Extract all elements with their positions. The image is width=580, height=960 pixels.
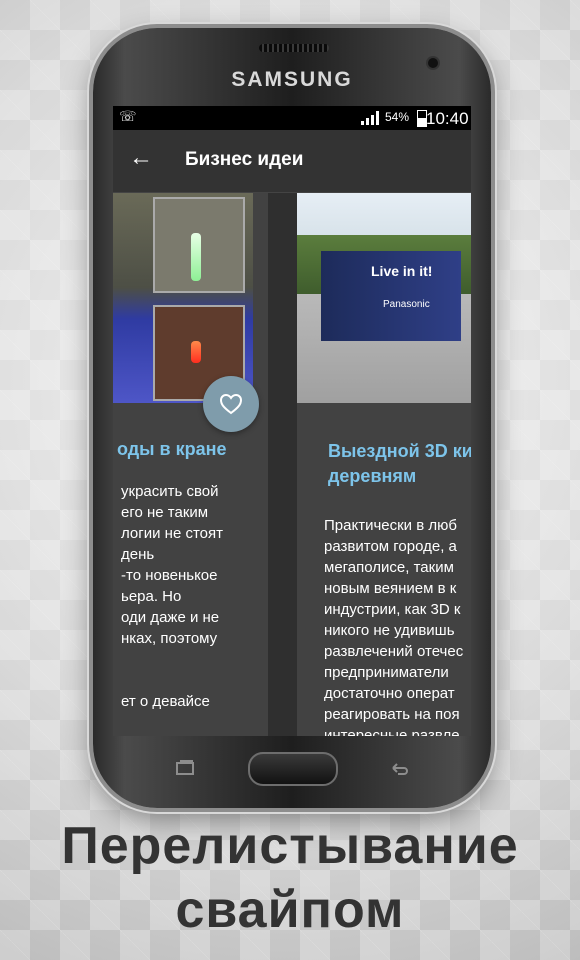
caption-line-1: Перелистывание (61, 817, 519, 875)
speaker (259, 44, 329, 52)
promo-caption: Перелистывание свайпом (0, 814, 580, 942)
green-light-stream (191, 233, 201, 281)
phone-brand: SAMSUNG (231, 68, 353, 91)
cards-carousel[interactable]: оды в кране украсить свой его не таким л… (113, 193, 471, 736)
phone-frame: SAMSUNG ☏ 54% 10:40 ← Бизнес идеи оды в … (93, 28, 491, 808)
hardware-keys (93, 740, 491, 788)
status-bar: ☏ 54% 10:40 (113, 106, 471, 130)
card-description: украсить свой его не таким логии не стоя… (121, 483, 223, 710)
red-light-stream (191, 341, 201, 363)
image-brand: Panasonic (383, 299, 430, 310)
card-title: оды в кране (117, 439, 227, 459)
back-key-icon[interactable] (389, 760, 409, 776)
favorite-button[interactable] (203, 376, 259, 432)
front-camera (428, 58, 438, 68)
app-bar: ← Бизнес идеи (113, 130, 471, 193)
card-image: Live in it! Panasonic (297, 193, 471, 403)
idea-card[interactable]: Live in it! Panasonic Выездной 3D ки дер… (297, 193, 471, 736)
image-slogan: Live in it! (371, 263, 433, 279)
idea-card[interactable]: оды в кране украсить свой его не таким л… (113, 193, 268, 736)
screen: ☏ 54% 10:40 ← Бизнес идеи оды в кране ук… (113, 106, 471, 736)
signal-icon (361, 111, 379, 125)
battery-percent: 54% (385, 110, 410, 124)
home-button[interactable] (248, 752, 338, 786)
recent-apps-icon[interactable] (175, 760, 195, 776)
card-title: Выездной 3D ки деревням (328, 441, 471, 486)
call-icon: ☏ (119, 108, 137, 124)
card-image (113, 193, 253, 403)
card-description: Практически в люб развитом городе, а мег… (324, 517, 464, 736)
back-arrow-icon[interactable]: ← (129, 144, 153, 172)
clock-time: 10:40 (426, 109, 469, 128)
heart-icon (219, 393, 243, 415)
caption-line-2: свайпом (175, 881, 405, 939)
app-title: Бизнес идеи (185, 149, 304, 170)
